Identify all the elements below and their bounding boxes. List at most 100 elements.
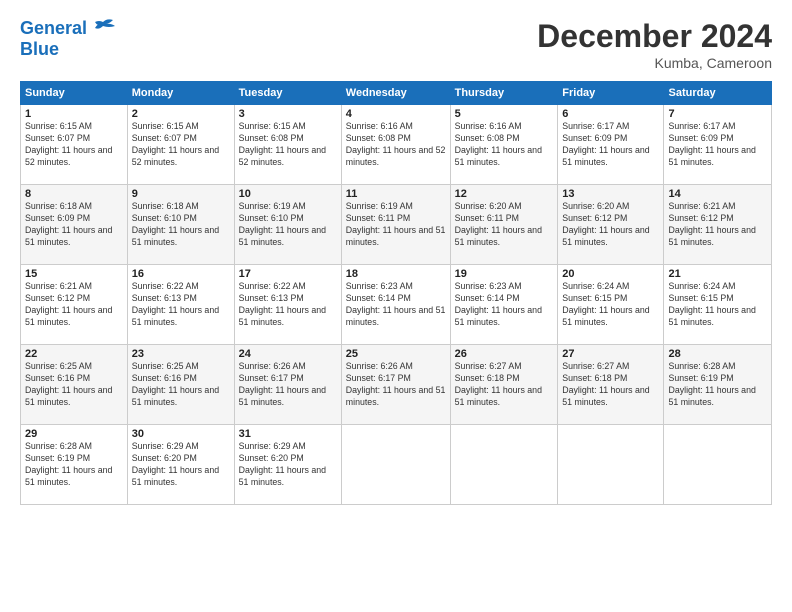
day-number: 21 bbox=[668, 268, 767, 280]
day-info: Sunrise: 6:20 AMSunset: 6:11 PMDaylight:… bbox=[455, 201, 554, 249]
day-info: Sunrise: 6:23 AMSunset: 6:14 PMDaylight:… bbox=[346, 281, 446, 329]
weekday-header-row: SundayMondayTuesdayWednesdayThursdayFrid… bbox=[21, 82, 772, 105]
calendar-cell: 21 Sunrise: 6:24 AMSunset: 6:15 PMDaylig… bbox=[664, 265, 772, 345]
calendar-cell bbox=[558, 425, 664, 505]
day-number: 20 bbox=[562, 268, 659, 280]
day-info: Sunrise: 6:24 AMSunset: 6:15 PMDaylight:… bbox=[668, 281, 767, 329]
location: Kumba, Cameroon bbox=[537, 55, 772, 71]
calendar-week-row: 22 Sunrise: 6:25 AMSunset: 6:16 PMDaylig… bbox=[21, 345, 772, 425]
day-info: Sunrise: 6:21 AMSunset: 6:12 PMDaylight:… bbox=[668, 201, 767, 249]
day-number: 14 bbox=[668, 188, 767, 200]
day-info: Sunrise: 6:23 AMSunset: 6:14 PMDaylight:… bbox=[455, 281, 554, 329]
day-number: 25 bbox=[346, 348, 446, 360]
day-number: 13 bbox=[562, 188, 659, 200]
calendar-cell: 8 Sunrise: 6:18 AMSunset: 6:09 PMDayligh… bbox=[21, 185, 128, 265]
day-number: 22 bbox=[25, 348, 123, 360]
calendar-cell: 31 Sunrise: 6:29 AMSunset: 6:20 PMDaylig… bbox=[234, 425, 341, 505]
calendar-cell: 25 Sunrise: 6:26 AMSunset: 6:17 PMDaylig… bbox=[341, 345, 450, 425]
weekday-header: Sunday bbox=[21, 82, 128, 105]
day-number: 6 bbox=[562, 108, 659, 120]
calendar-cell bbox=[664, 425, 772, 505]
day-info: Sunrise: 6:25 AMSunset: 6:16 PMDaylight:… bbox=[132, 361, 230, 409]
calendar-cell: 15 Sunrise: 6:21 AMSunset: 6:12 PMDaylig… bbox=[21, 265, 128, 345]
day-number: 4 bbox=[346, 108, 446, 120]
day-number: 5 bbox=[455, 108, 554, 120]
weekday-header: Monday bbox=[127, 82, 234, 105]
day-number: 31 bbox=[239, 428, 337, 440]
day-number: 24 bbox=[239, 348, 337, 360]
weekday-header: Saturday bbox=[664, 82, 772, 105]
calendar-cell: 3 Sunrise: 6:15 AMSunset: 6:08 PMDayligh… bbox=[234, 105, 341, 185]
calendar-week-row: 1 Sunrise: 6:15 AMSunset: 6:07 PMDayligh… bbox=[21, 105, 772, 185]
weekday-header: Wednesday bbox=[341, 82, 450, 105]
day-info: Sunrise: 6:18 AMSunset: 6:09 PMDaylight:… bbox=[25, 201, 123, 249]
month-title: December 2024 bbox=[537, 18, 772, 55]
calendar-cell bbox=[341, 425, 450, 505]
calendar-cell: 1 Sunrise: 6:15 AMSunset: 6:07 PMDayligh… bbox=[21, 105, 128, 185]
day-info: Sunrise: 6:17 AMSunset: 6:09 PMDaylight:… bbox=[668, 121, 767, 169]
day-number: 16 bbox=[132, 268, 230, 280]
calendar-cell: 17 Sunrise: 6:22 AMSunset: 6:13 PMDaylig… bbox=[234, 265, 341, 345]
calendar-week-row: 29 Sunrise: 6:28 AMSunset: 6:19 PMDaylig… bbox=[21, 425, 772, 505]
calendar-cell: 18 Sunrise: 6:23 AMSunset: 6:14 PMDaylig… bbox=[341, 265, 450, 345]
day-number: 30 bbox=[132, 428, 230, 440]
day-number: 27 bbox=[562, 348, 659, 360]
day-info: Sunrise: 6:22 AMSunset: 6:13 PMDaylight:… bbox=[132, 281, 230, 329]
day-number: 18 bbox=[346, 268, 446, 280]
day-info: Sunrise: 6:16 AMSunset: 6:08 PMDaylight:… bbox=[455, 121, 554, 169]
logo: General Blue bbox=[20, 18, 117, 60]
calendar-week-row: 8 Sunrise: 6:18 AMSunset: 6:09 PMDayligh… bbox=[21, 185, 772, 265]
day-number: 28 bbox=[668, 348, 767, 360]
page: General Blue December 2024 Kumba, Camero… bbox=[0, 0, 792, 612]
day-number: 17 bbox=[239, 268, 337, 280]
title-block: December 2024 Kumba, Cameroon bbox=[537, 18, 772, 71]
day-number: 2 bbox=[132, 108, 230, 120]
calendar-cell: 2 Sunrise: 6:15 AMSunset: 6:07 PMDayligh… bbox=[127, 105, 234, 185]
day-info: Sunrise: 6:22 AMSunset: 6:13 PMDaylight:… bbox=[239, 281, 337, 329]
day-info: Sunrise: 6:27 AMSunset: 6:18 PMDaylight:… bbox=[455, 361, 554, 409]
day-number: 7 bbox=[668, 108, 767, 120]
calendar-cell: 14 Sunrise: 6:21 AMSunset: 6:12 PMDaylig… bbox=[664, 185, 772, 265]
calendar-cell: 16 Sunrise: 6:22 AMSunset: 6:13 PMDaylig… bbox=[127, 265, 234, 345]
calendar-cell: 6 Sunrise: 6:17 AMSunset: 6:09 PMDayligh… bbox=[558, 105, 664, 185]
day-info: Sunrise: 6:16 AMSunset: 6:08 PMDaylight:… bbox=[346, 121, 446, 169]
calendar-cell: 20 Sunrise: 6:24 AMSunset: 6:15 PMDaylig… bbox=[558, 265, 664, 345]
day-info: Sunrise: 6:21 AMSunset: 6:12 PMDaylight:… bbox=[25, 281, 123, 329]
day-info: Sunrise: 6:17 AMSunset: 6:09 PMDaylight:… bbox=[562, 121, 659, 169]
calendar-cell: 5 Sunrise: 6:16 AMSunset: 6:08 PMDayligh… bbox=[450, 105, 558, 185]
calendar-cell: 24 Sunrise: 6:26 AMSunset: 6:17 PMDaylig… bbox=[234, 345, 341, 425]
day-number: 11 bbox=[346, 188, 446, 200]
calendar-cell: 23 Sunrise: 6:25 AMSunset: 6:16 PMDaylig… bbox=[127, 345, 234, 425]
weekday-header: Friday bbox=[558, 82, 664, 105]
day-info: Sunrise: 6:29 AMSunset: 6:20 PMDaylight:… bbox=[132, 441, 230, 489]
calendar-cell: 27 Sunrise: 6:27 AMSunset: 6:18 PMDaylig… bbox=[558, 345, 664, 425]
calendar-cell: 26 Sunrise: 6:27 AMSunset: 6:18 PMDaylig… bbox=[450, 345, 558, 425]
day-number: 3 bbox=[239, 108, 337, 120]
day-info: Sunrise: 6:15 AMSunset: 6:07 PMDaylight:… bbox=[132, 121, 230, 169]
day-number: 12 bbox=[455, 188, 554, 200]
calendar-cell: 7 Sunrise: 6:17 AMSunset: 6:09 PMDayligh… bbox=[664, 105, 772, 185]
calendar-cell: 22 Sunrise: 6:25 AMSunset: 6:16 PMDaylig… bbox=[21, 345, 128, 425]
day-info: Sunrise: 6:15 AMSunset: 6:08 PMDaylight:… bbox=[239, 121, 337, 169]
calendar-week-row: 15 Sunrise: 6:21 AMSunset: 6:12 PMDaylig… bbox=[21, 265, 772, 345]
day-number: 26 bbox=[455, 348, 554, 360]
day-info: Sunrise: 6:27 AMSunset: 6:18 PMDaylight:… bbox=[562, 361, 659, 409]
day-info: Sunrise: 6:25 AMSunset: 6:16 PMDaylight:… bbox=[25, 361, 123, 409]
header: General Blue December 2024 Kumba, Camero… bbox=[20, 18, 772, 71]
day-number: 29 bbox=[25, 428, 123, 440]
day-info: Sunrise: 6:19 AMSunset: 6:10 PMDaylight:… bbox=[239, 201, 337, 249]
calendar-cell: 10 Sunrise: 6:19 AMSunset: 6:10 PMDaylig… bbox=[234, 185, 341, 265]
day-info: Sunrise: 6:18 AMSunset: 6:10 PMDaylight:… bbox=[132, 201, 230, 249]
calendar-cell: 12 Sunrise: 6:20 AMSunset: 6:11 PMDaylig… bbox=[450, 185, 558, 265]
calendar-cell: 4 Sunrise: 6:16 AMSunset: 6:08 PMDayligh… bbox=[341, 105, 450, 185]
day-number: 9 bbox=[132, 188, 230, 200]
calendar-cell bbox=[450, 425, 558, 505]
weekday-header: Tuesday bbox=[234, 82, 341, 105]
calendar-cell: 11 Sunrise: 6:19 AMSunset: 6:11 PMDaylig… bbox=[341, 185, 450, 265]
day-info: Sunrise: 6:15 AMSunset: 6:07 PMDaylight:… bbox=[25, 121, 123, 169]
day-info: Sunrise: 6:20 AMSunset: 6:12 PMDaylight:… bbox=[562, 201, 659, 249]
day-number: 15 bbox=[25, 268, 123, 280]
day-info: Sunrise: 6:28 AMSunset: 6:19 PMDaylight:… bbox=[668, 361, 767, 409]
calendar-cell: 29 Sunrise: 6:28 AMSunset: 6:19 PMDaylig… bbox=[21, 425, 128, 505]
day-number: 10 bbox=[239, 188, 337, 200]
